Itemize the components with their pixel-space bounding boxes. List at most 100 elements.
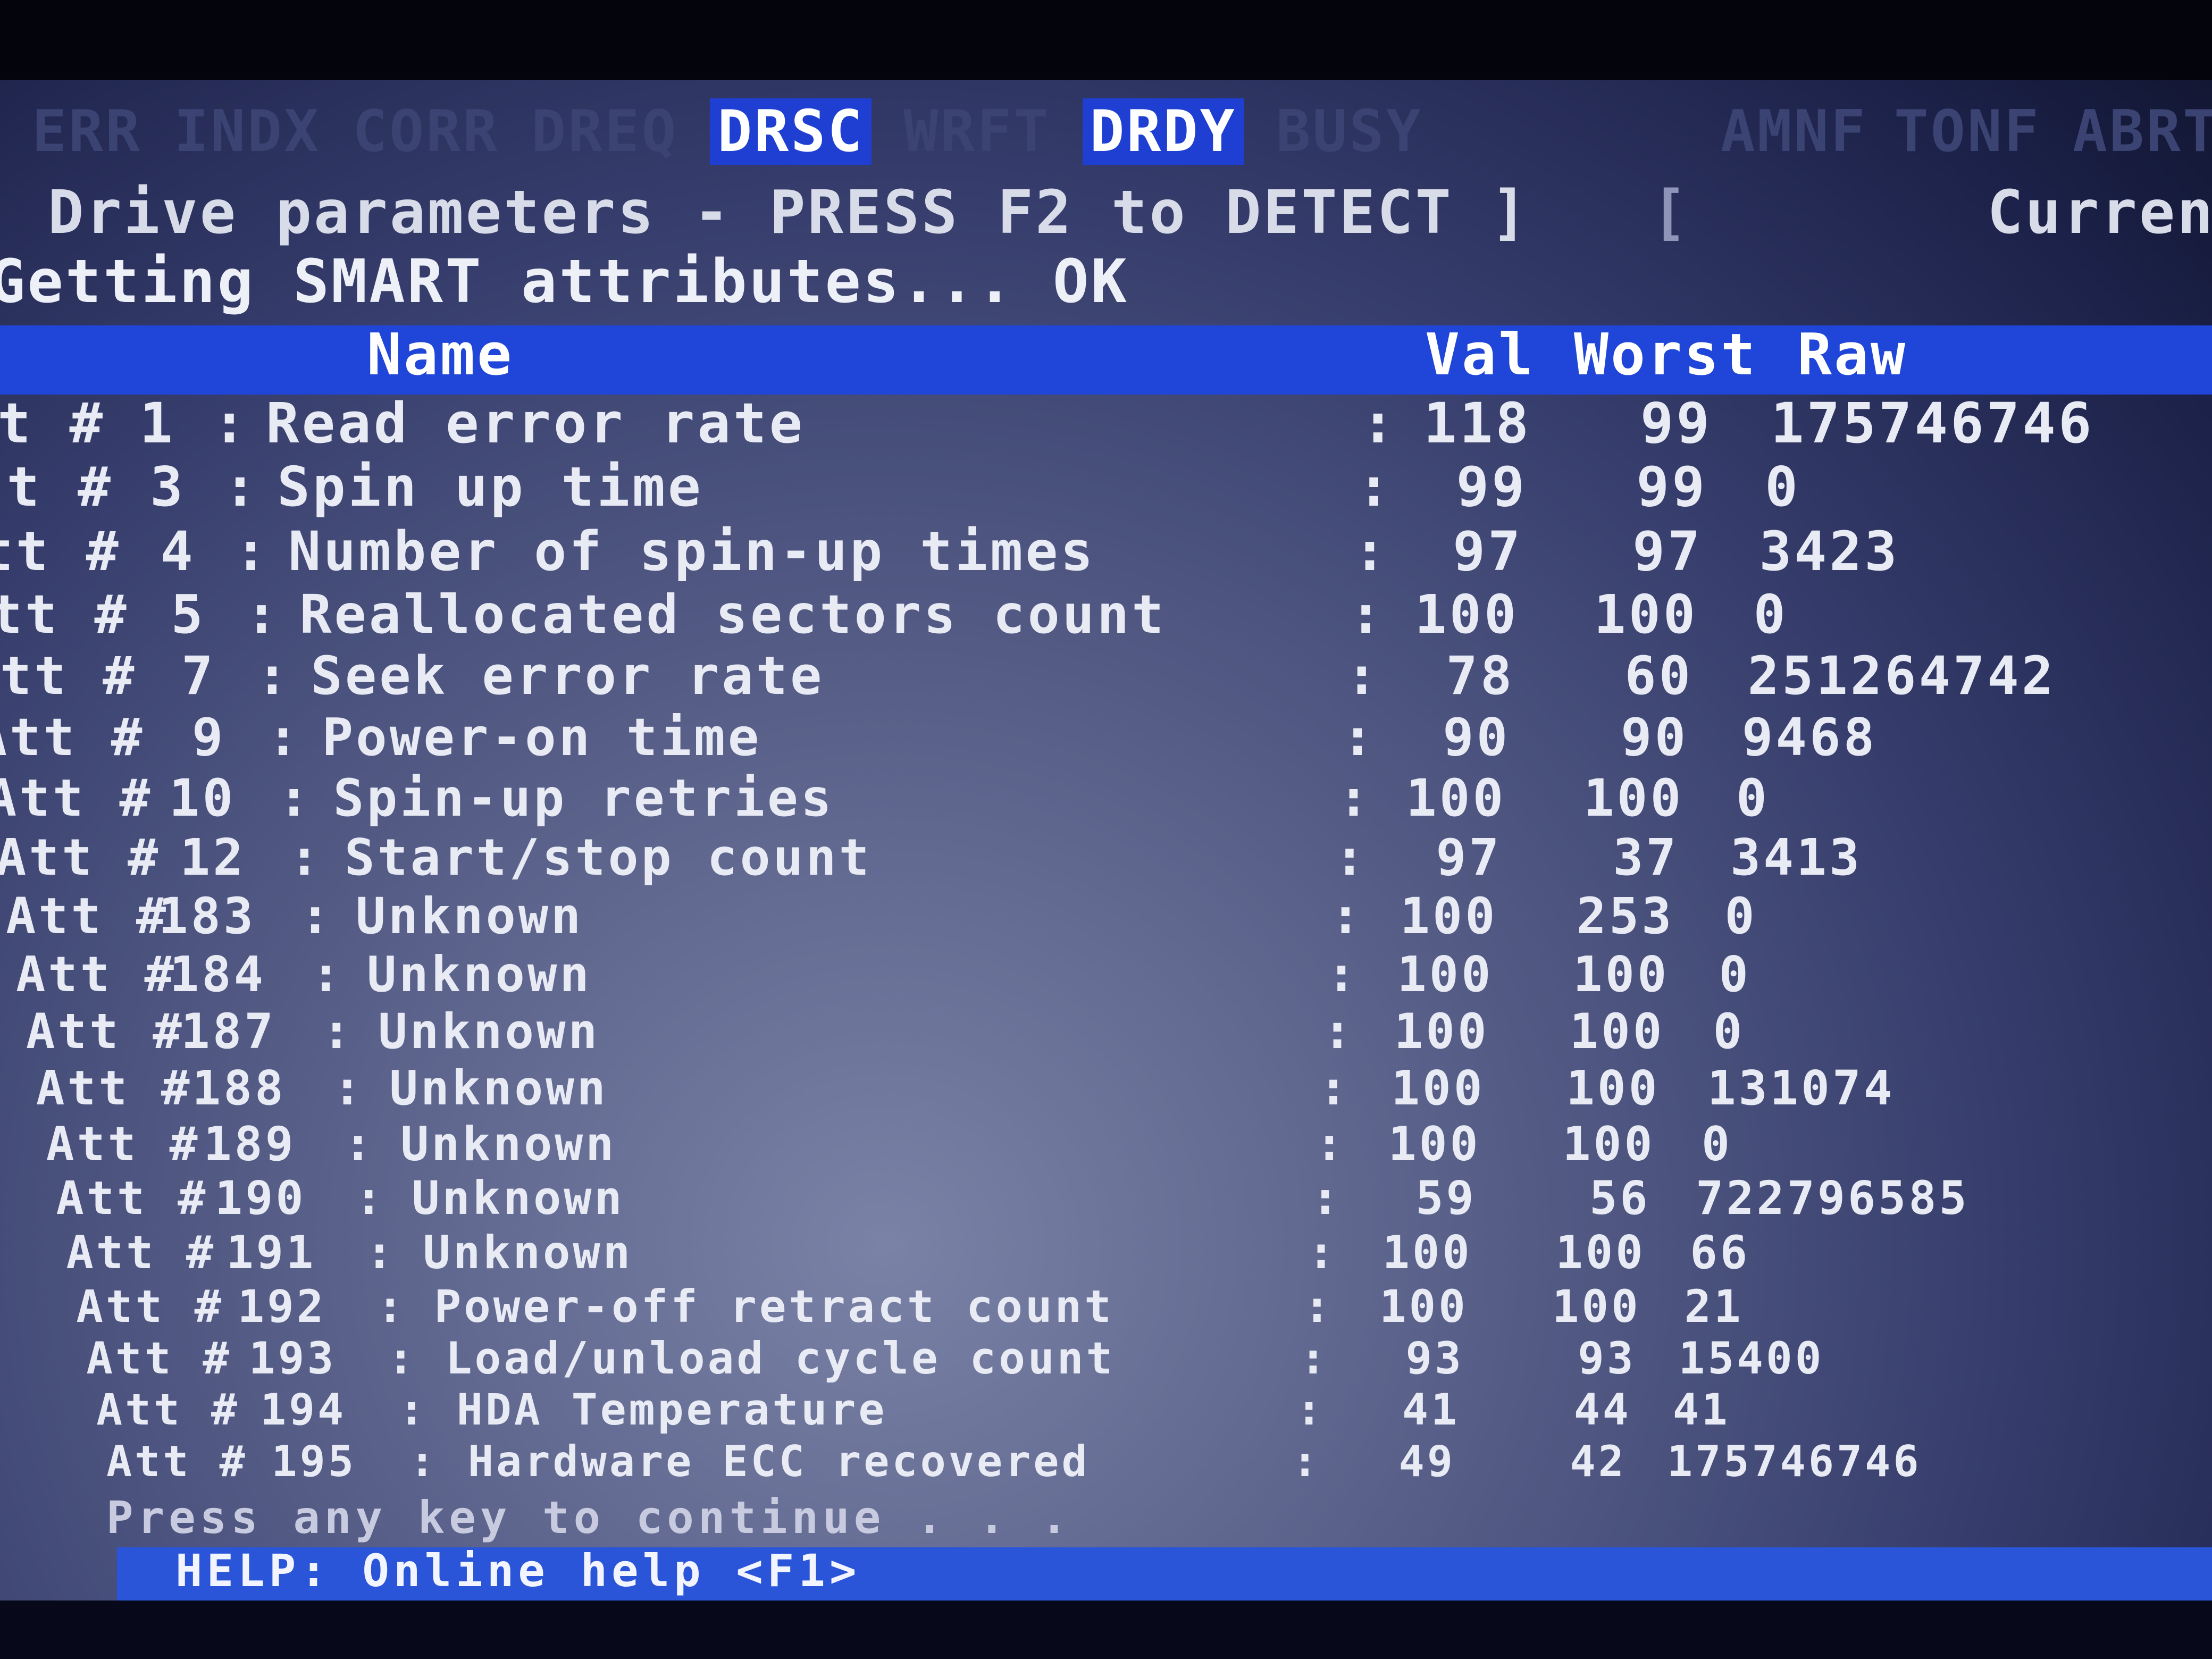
row-attribute-number: 184 — [169, 946, 266, 1003]
row-separator: : — [333, 1060, 364, 1116]
row-separator: : — [1338, 768, 1372, 828]
row-worst: 100 — [1566, 1060, 1660, 1116]
row-separator: : — [1327, 946, 1359, 1003]
status-flag-wrft: WRFT — [903, 98, 1051, 165]
row-separator: : — [387, 1333, 417, 1384]
row-separator: : — [1319, 1060, 1351, 1116]
row-raw: 66 — [1690, 1226, 1750, 1279]
row-attribute-name: Unknown — [400, 1117, 617, 1171]
row-raw: 0 — [1753, 583, 1788, 646]
row-value: 99 — [1456, 456, 1528, 519]
row-worst: 100 — [1583, 768, 1684, 828]
row-attribute-number: 192 — [237, 1280, 326, 1333]
row-attribute-number: 191 — [226, 1226, 316, 1279]
row-attribute-name: Unknown — [412, 1172, 625, 1225]
row-separator: : — [1334, 828, 1368, 887]
row-raw: 0 — [1765, 456, 1800, 519]
row-separator: : — [398, 1385, 428, 1435]
screen-top-bezel — [0, 0, 2212, 80]
row-value: 100 — [1379, 1280, 1468, 1333]
row-worst: 100 — [1555, 1226, 1646, 1279]
row-worst: 97 — [1632, 520, 1703, 583]
row-raw: 0 — [1719, 946, 1751, 1003]
row-value: 100 — [1414, 583, 1519, 646]
row-separator: : — [343, 1117, 375, 1171]
press-any-key-prompt: Press any key to continue . . . — [106, 1492, 1072, 1544]
row-prefix: Att # — [26, 1003, 185, 1060]
row-attribute-number: 10 — [169, 768, 236, 828]
row-prefix: Att # — [86, 1333, 232, 1384]
header-val: Val — [1425, 322, 1536, 388]
row-raw: 3423 — [1759, 520, 1900, 583]
row-separator: : — [245, 583, 280, 646]
row-attribute-number: 4 — [160, 520, 196, 583]
row-attribute-number: 193 — [248, 1333, 337, 1384]
row-attribute-name: Power-off retract count — [434, 1280, 1114, 1333]
row-prefix: Att # — [6, 887, 169, 945]
status-flags-bar: ERR INDX CORR DREQ DRSC WRFT DRDY BUSY AMNF TONF A… — [32, 98, 2212, 165]
row-attribute-name: Unknown — [423, 1226, 633, 1279]
row-raw: 175746746 — [1667, 1436, 1922, 1486]
row-value: 100 — [1397, 946, 1494, 1003]
row-raw: 41 — [1672, 1385, 1730, 1435]
current-label: Current — [1987, 178, 2212, 247]
row-separator: : — [1342, 707, 1376, 767]
row-raw: 175746746 — [1771, 391, 2094, 456]
row-attribute-number: 7 — [181, 646, 216, 707]
row-raw: 0 — [1713, 1003, 1745, 1060]
row-separator: : — [223, 456, 259, 519]
row-value: 100 — [1400, 887, 1498, 945]
row-prefix: Att # — [96, 1385, 240, 1435]
row-attribute-name: Unknown — [367, 946, 592, 1003]
row-raw: 0 — [1724, 887, 1757, 945]
row-prefix: Att # — [56, 1172, 208, 1225]
row-separator: : — [1307, 1226, 1338, 1279]
row-separator: : — [300, 887, 333, 945]
row-attribute-number: 5 — [171, 583, 206, 646]
row-separator: : — [311, 946, 343, 1003]
status-flag-abrt: ABRT — [2072, 98, 2212, 165]
row-separator: : — [1296, 1385, 1325, 1435]
row-worst: 56 — [1589, 1172, 1650, 1225]
row-separator: : — [213, 391, 249, 456]
row-separator: : — [1350, 583, 1385, 646]
header-raw: Raw — [1797, 322, 1908, 388]
row-raw: 131074 — [1707, 1060, 1895, 1116]
row-value: 100 — [1394, 1003, 1489, 1060]
row-worst: 37 — [1613, 828, 1679, 887]
row-worst: 100 — [1552, 1280, 1641, 1333]
row-value: 93 — [1405, 1333, 1464, 1384]
row-raw: 15400 — [1678, 1333, 1824, 1384]
row-attribute-name: Reallocated sectors count — [299, 583, 1167, 646]
drive-parameters-text: Drive parameters - PRESS F2 to DETECT ] — [48, 178, 1529, 247]
row-separator: : — [376, 1280, 406, 1333]
row-worst: 99 — [1636, 456, 1708, 519]
row-value: 100 — [1382, 1226, 1472, 1279]
row-value: 90 — [1443, 707, 1511, 767]
row-prefix: Att # — [16, 946, 177, 1003]
status-flag-drdy: DRDY — [1082, 98, 1244, 165]
row-separator: : — [365, 1226, 396, 1279]
row-separator: : — [322, 1003, 354, 1060]
row-worst: 100 — [1569, 1003, 1665, 1060]
row-raw: 3413 — [1730, 828, 1863, 887]
row-raw: 0 — [1702, 1117, 1732, 1171]
row-worst: 99 — [1640, 391, 1712, 456]
row-separator: : — [256, 646, 291, 707]
help-text[interactable]: HELP: Online help <F1> — [175, 1545, 861, 1597]
row-separator: : — [234, 520, 270, 583]
row-separator: : — [1303, 1280, 1334, 1333]
row-separator: : — [1330, 887, 1363, 945]
row-raw: 722796585 — [1696, 1172, 1970, 1225]
row-separator: : — [1292, 1436, 1321, 1486]
status-flag-indx: INDX — [174, 98, 321, 165]
row-attribute-number: 194 — [260, 1385, 347, 1435]
row-prefix: Att # — [66, 1226, 216, 1279]
row-separator: : — [267, 707, 301, 767]
row-attribute-name: Number of spin-up times — [288, 520, 1096, 583]
row-separator: : — [1322, 1003, 1355, 1060]
row-attribute-number: 190 — [215, 1172, 306, 1225]
row-separator: : — [1300, 1333, 1329, 1384]
status-flag-corr: CORR — [353, 98, 500, 165]
row-prefix: Att # — [106, 1436, 248, 1486]
